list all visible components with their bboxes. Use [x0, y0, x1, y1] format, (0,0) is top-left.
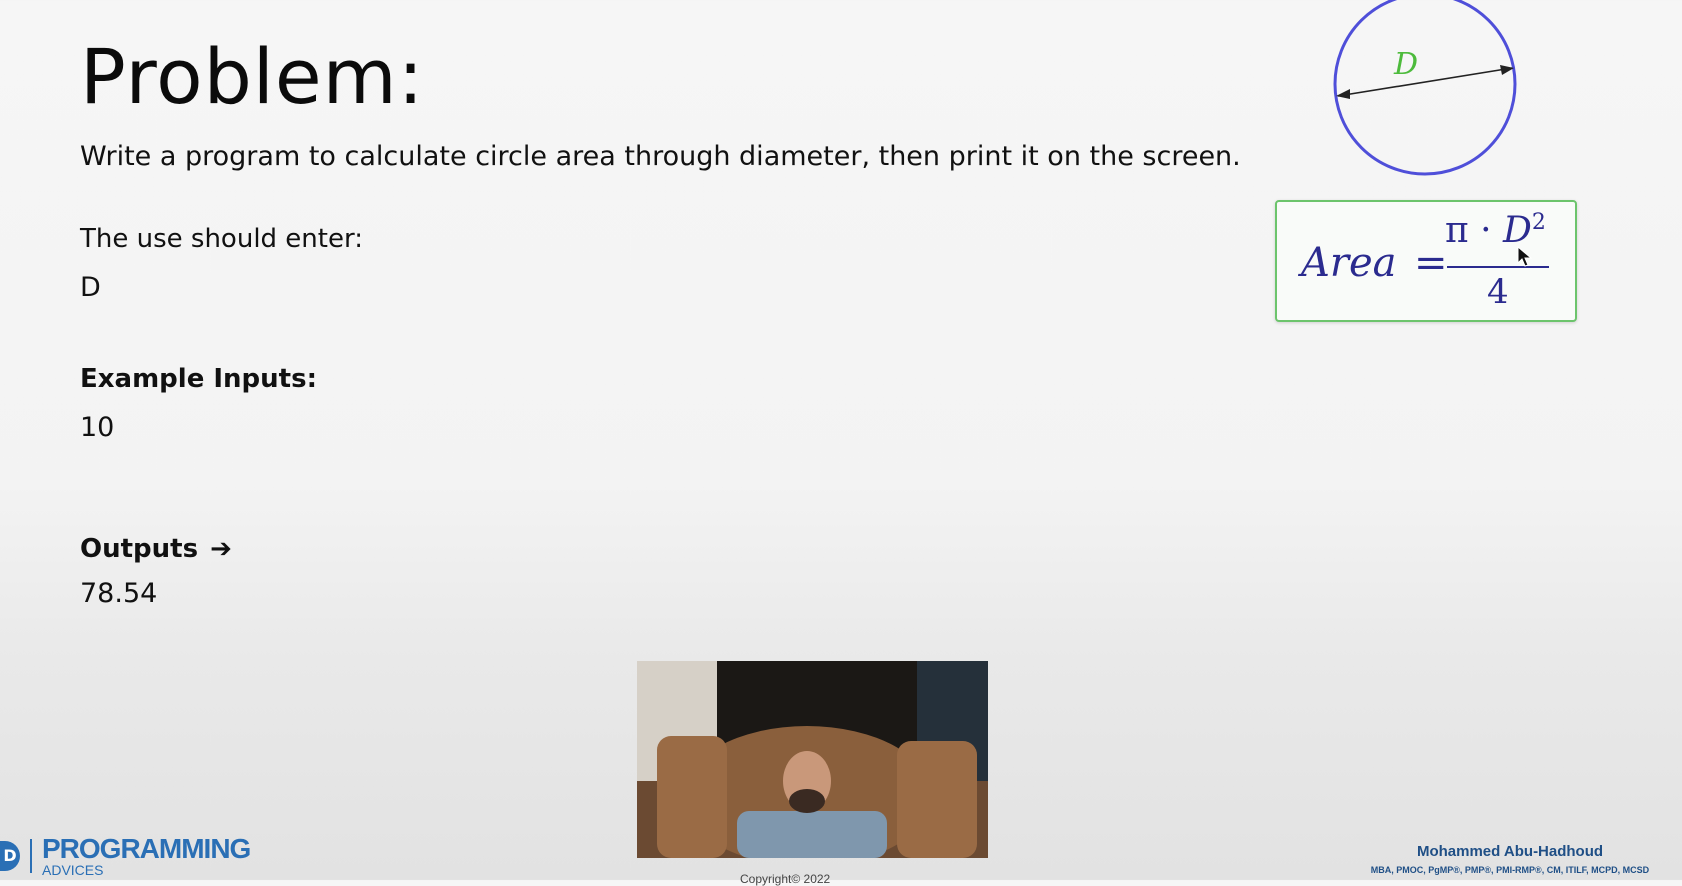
area-formula-box: Area = π · D2 4: [1275, 200, 1577, 322]
logo-text: PROGRAMMING: [42, 833, 251, 864]
formula-equals: =: [1414, 240, 1448, 286]
diameter-arrowhead-left: [1336, 89, 1350, 99]
page-title: Problem:: [80, 32, 425, 121]
formula-pi: π ·: [1445, 210, 1503, 251]
copyright-text: Copyright© 2022: [740, 872, 831, 886]
outputs-value: 78.54: [80, 578, 158, 609]
user-input-value: D: [80, 272, 101, 303]
arrow-right-icon: ➔: [210, 534, 232, 564]
programming-advices-logo: D PROGRAMMING ADVICES: [0, 833, 251, 878]
author-block: Mohammed Abu-Hadhoud MBA, PMOC, PgMP®, P…: [1360, 843, 1660, 875]
outputs-label-row: Outputs ➔: [80, 534, 232, 564]
mouse-cursor-icon: [1517, 246, 1533, 267]
user-input-label: The use should enter:: [80, 224, 363, 254]
problem-description: Write a program to calculate circle area…: [80, 141, 1241, 172]
author-credentials: MBA, PMOC, PgMP®, PMP®, PMI-RMP®, CM, IT…: [1370, 865, 1650, 875]
diameter-line: [1337, 67, 1513, 97]
author-name: Mohammed Abu-Hadhoud: [1416, 843, 1604, 860]
fraction-bar: [1447, 266, 1549, 268]
circle-diagram: D: [1333, 0, 1517, 176]
circle-outline: [1333, 0, 1517, 176]
formula-exponent: 2: [1531, 210, 1546, 235]
formula-diameter-var: D: [1503, 210, 1532, 251]
logo-mark-icon: D: [0, 841, 20, 871]
presenter-webcam-video: [637, 661, 988, 858]
formula-denominator: 4: [1487, 272, 1509, 312]
logo-divider: [30, 839, 32, 873]
outputs-label: Outputs: [80, 534, 199, 564]
example-inputs-value: 10: [80, 412, 115, 443]
logo-wordmark: PROGRAMMING ADVICES: [42, 833, 251, 878]
logo-subtext: ADVICES: [42, 862, 104, 878]
example-inputs-label: Example Inputs:: [80, 364, 317, 394]
formula-numerator: π · D2: [1445, 210, 1546, 251]
slide: Problem: Write a program to calculate ci…: [0, 0, 1682, 886]
diameter-label: D: [1393, 47, 1418, 82]
formula-lhs: Area: [1301, 240, 1397, 286]
